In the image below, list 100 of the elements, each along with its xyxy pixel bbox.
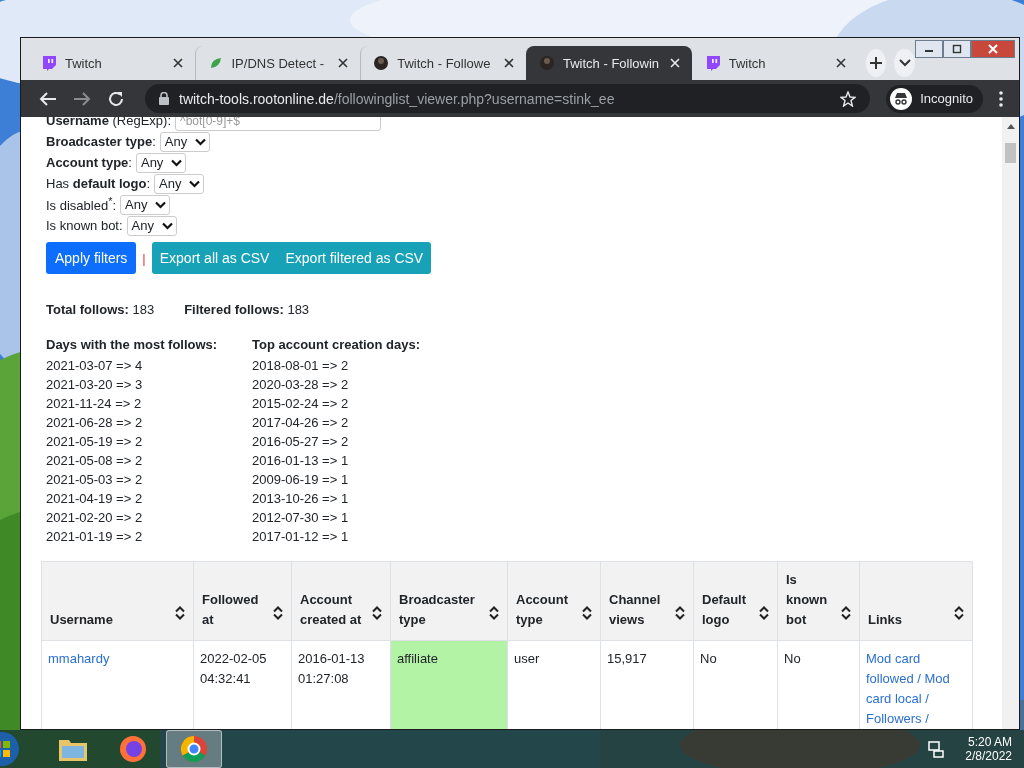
list-item: 2021-04-19 => 2 — [46, 490, 144, 508]
maximize-button[interactable] — [943, 40, 971, 58]
stat-text: Total follows: 183 — [46, 302, 155, 317]
list-item: 2021-11-24 => 2 — [46, 395, 143, 413]
close-icon[interactable] — [835, 58, 846, 68]
chevron-icon — [898, 59, 911, 67]
list-item: 2021-03-07 => 4 — [46, 357, 144, 375]
list-title: Days with the most follows: — [46, 337, 219, 352]
list-item: 2021-05-03 => 2 — [46, 471, 144, 489]
scroll-up-icon[interactable] — [1006, 123, 1015, 129]
chevron-icon — [171, 158, 183, 167]
network-icon[interactable] — [927, 740, 946, 758]
chevron-icon — [189, 179, 201, 188]
stat-text: Filtered follows: 183 — [184, 302, 310, 317]
incognito-icon — [890, 87, 913, 110]
list-item: 2017-01-12 => 1 — [252, 528, 350, 546]
list-item: 2021-05-19 => 2 — [46, 433, 144, 451]
close-icon — [988, 44, 998, 54]
list-item: 2016-05-27 => 2 — [252, 433, 350, 451]
select-field[interactable]: Any — [154, 173, 205, 194]
browser-tab[interactable]: Twitch — [29, 46, 195, 80]
list-item: 2012-07-30 => 1 — [252, 509, 350, 527]
list-item: 2021-05-08 => 2 — [46, 452, 144, 470]
list-item: 2021-01-19 => 2 — [46, 528, 144, 546]
select-field[interactable]: Any — [135, 152, 187, 173]
star-icon[interactable] — [840, 90, 857, 107]
back-icon[interactable] — [39, 90, 57, 107]
select-field[interactable]: Any — [126, 215, 177, 236]
list-item: 2015-02-24 => 2 — [252, 395, 350, 413]
filter-label: Has default logo: — [46, 176, 151, 191]
lock-icon — [159, 92, 169, 105]
list-item: 2013-10-26 => 1 — [252, 490, 350, 508]
column-header[interactable]: Default logo — [693, 561, 778, 641]
column-header[interactable]: Broadcaster type — [390, 561, 508, 641]
column-header[interactable]: Links — [859, 561, 973, 641]
filter-label: Account type: — [46, 155, 132, 170]
tab-title: Twitch — [65, 55, 103, 71]
chat-bubble-icon — [41, 55, 57, 71]
browser-icon — [119, 735, 147, 763]
scrollbar[interactable] — [1002, 117, 1019, 729]
date-text: 2/8/2022 — [965, 749, 1012, 763]
clock[interactable]: 5:20 AM 2/8/2022 — [965, 735, 1012, 763]
column-header[interactable]: Account created at — [291, 561, 391, 641]
plus-icon — [868, 56, 883, 70]
select-field[interactable]: Any — [159, 131, 211, 152]
browser-tab[interactable]: Twitch — [691, 46, 858, 80]
sort-icon — [582, 606, 592, 620]
forward-icon[interactable] — [73, 90, 91, 107]
chevron-icon — [195, 137, 207, 146]
column-header[interactable]: Followed at — [193, 561, 292, 641]
incognito-label: Incognito — [920, 91, 973, 106]
browser-tab[interactable]: Twitch - Followin — [526, 46, 692, 80]
filter-label: Broadcaster type: — [46, 134, 156, 149]
sort-icon — [841, 606, 851, 620]
tab-search-button[interactable] — [894, 49, 915, 77]
chevron-icon — [155, 200, 167, 209]
reload-icon[interactable] — [107, 89, 125, 108]
browser-icon — [180, 735, 208, 763]
close-icon[interactable] — [504, 58, 514, 68]
avatar-icon — [373, 55, 390, 71]
scroll-thumb[interactable] — [1005, 143, 1016, 163]
address-bar[interactable]: twitch-tools.rootonline.de/followinglist_viewer.php?username=stink_ee — [145, 84, 871, 113]
filter-label: Is known bot: — [46, 218, 123, 233]
apply-filters-button[interactable]: Apply filters — [46, 242, 137, 274]
list-item: 2021-06-28 => 2 — [46, 414, 144, 432]
sort-icon — [372, 606, 382, 620]
sort-icon — [175, 606, 185, 620]
maximize-icon — [952, 44, 962, 54]
close-icon[interactable] — [172, 58, 183, 68]
column-header[interactable]: Is known bot — [777, 561, 860, 641]
column-header[interactable]: Channel views — [600, 561, 694, 641]
incognito-chip[interactable]: Incognito — [886, 84, 983, 113]
sort-icon — [273, 606, 283, 620]
close-icon[interactable] — [338, 58, 349, 68]
url-text: twitch-tools.rootonline.de/followinglist_viewer.php?username=stink_ee — [179, 90, 615, 107]
sort-icon — [954, 606, 964, 620]
time-text: 5:20 AM — [967, 735, 1012, 749]
menu-icon[interactable] — [999, 90, 1003, 107]
list-item: 2021-03-20 => 3 — [46, 376, 144, 394]
tab-title: IP/DNS Detect - — [231, 55, 325, 71]
select-field[interactable]: Any — [120, 194, 171, 215]
new-tab-button[interactable] — [865, 49, 887, 77]
column-header[interactable]: Username — [41, 561, 194, 641]
tab-title: Twitch - Followe — [397, 55, 492, 71]
list-item: 2009-06-19 => 1 — [252, 471, 350, 489]
column-header[interactable]: Account type — [507, 561, 601, 641]
avatar-icon — [539, 55, 555, 71]
sort-icon — [675, 606, 685, 620]
tab-title: Twitch — [728, 55, 767, 71]
taskbar-app[interactable] — [166, 730, 222, 768]
list-item: 2020-03-28 => 2 — [252, 376, 350, 394]
sort-icon — [489, 606, 499, 620]
chat-bubble-icon — [704, 55, 721, 71]
list-item: 2016-01-13 => 1 — [252, 452, 350, 470]
minimize-button[interactable] — [915, 40, 943, 58]
close-button[interactable] — [971, 40, 1015, 58]
list-item: 2018-08-01 => 2 — [252, 357, 350, 375]
list-item: 2017-04-26 => 2 — [252, 414, 350, 432]
list-item: 2021-02-20 => 2 — [46, 509, 144, 527]
list-title: Top account creation days: — [252, 337, 422, 352]
